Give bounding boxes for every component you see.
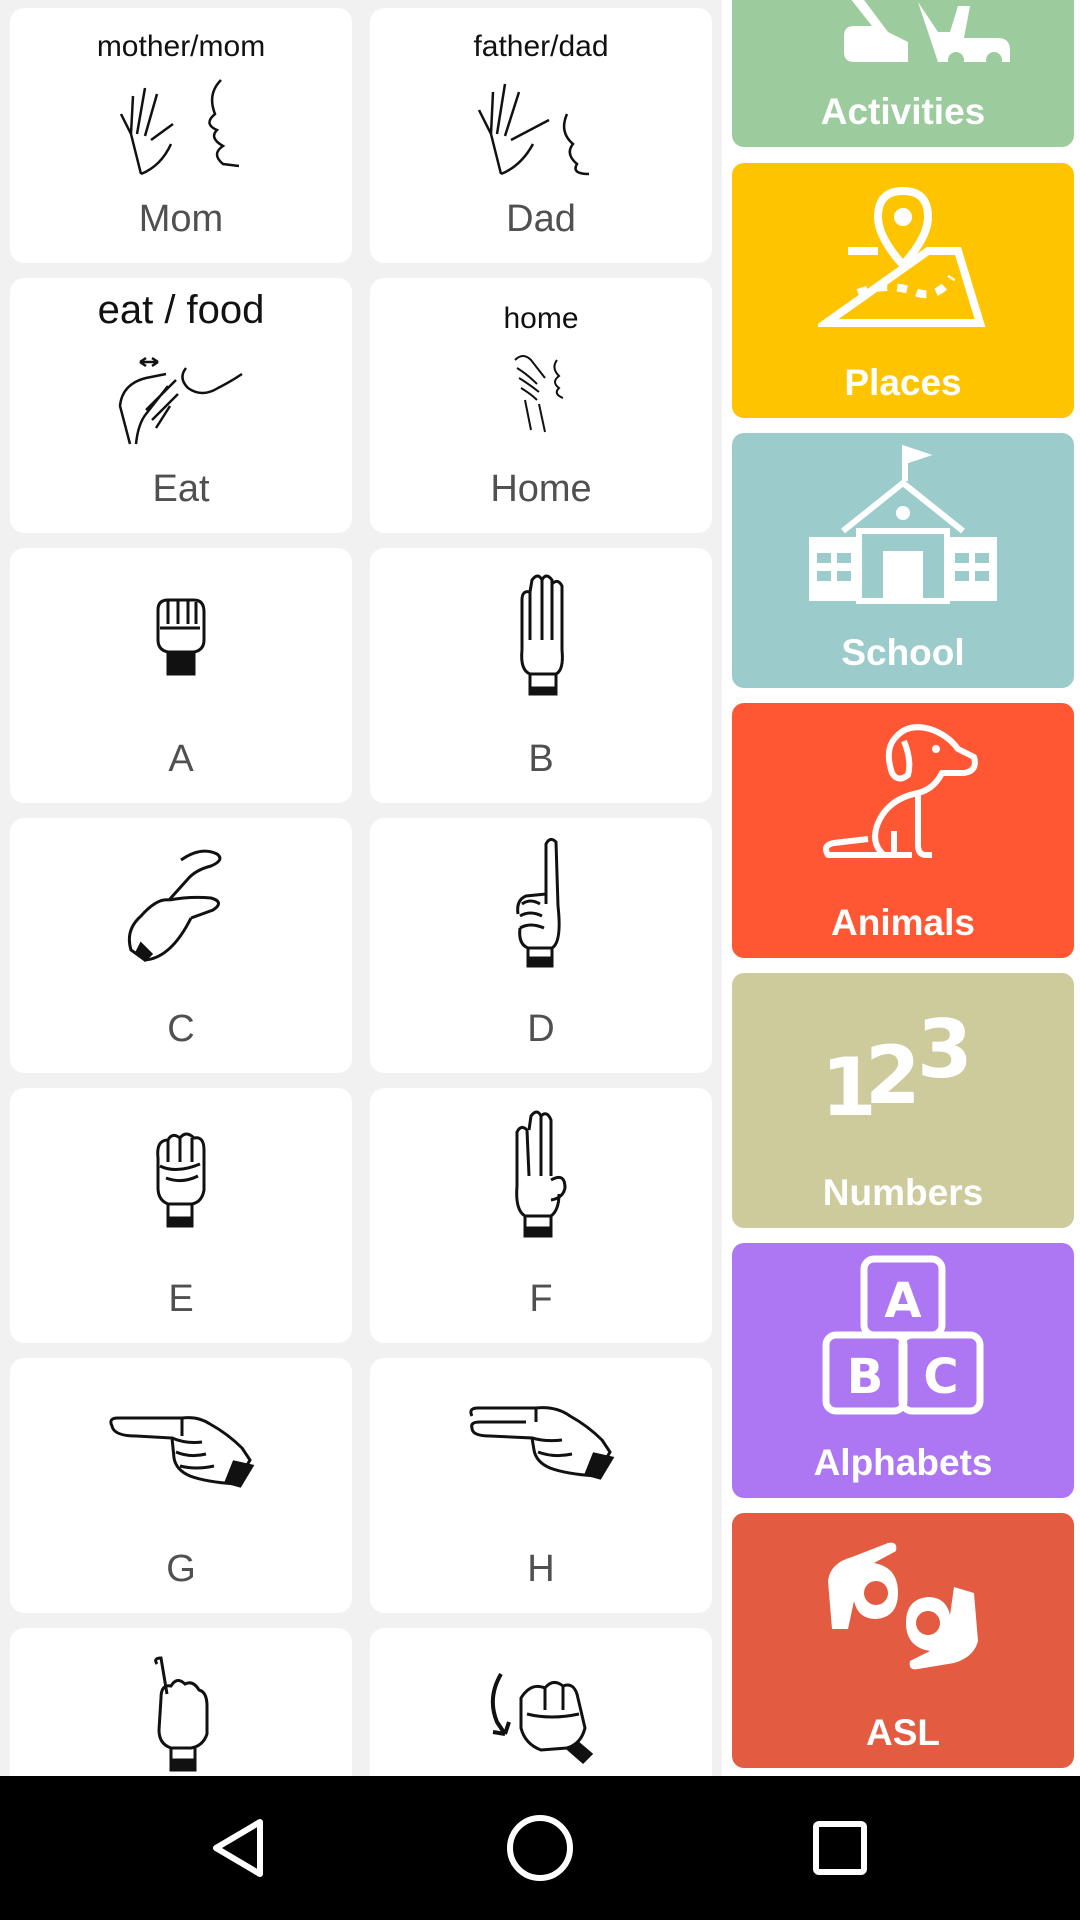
sign-card-a[interactable]: A bbox=[10, 548, 352, 803]
hand-sign-icon bbox=[10, 1654, 352, 1776]
recents-button[interactable] bbox=[800, 1808, 880, 1888]
hand-sign-icon bbox=[10, 590, 352, 685]
category-school[interactable]: School bbox=[732, 433, 1074, 688]
sign-card-d[interactable]: D bbox=[370, 818, 712, 1073]
sign-caption: H bbox=[527, 1548, 555, 1590]
category-label: Numbers bbox=[822, 1172, 984, 1213]
sign-card-i[interactable] bbox=[10, 1628, 352, 1776]
category-label: Activities bbox=[820, 91, 986, 132]
category-label: Alphabets bbox=[813, 1442, 993, 1483]
sign-caption: E bbox=[168, 1278, 194, 1320]
hand-sign-icon bbox=[370, 1402, 712, 1491]
sign-card-b[interactable]: B bbox=[370, 548, 712, 803]
category-label: Places bbox=[844, 362, 962, 403]
dog-icon bbox=[732, 719, 1074, 874]
category-label: School bbox=[841, 632, 965, 673]
sign-card-c[interactable]: C bbox=[10, 818, 352, 1073]
svg-text:C: C bbox=[923, 1349, 958, 1405]
sign-top-text: eat / food bbox=[97, 288, 265, 332]
category-alphabets[interactable]: A B C Alphabets bbox=[732, 1243, 1074, 1498]
category-sidebar: Activities Places School Animals 1 2 3 N… bbox=[722, 0, 1080, 1776]
map-pin-icon bbox=[732, 181, 1074, 336]
sign-top-text: home bbox=[503, 302, 579, 335]
recents-square-icon bbox=[813, 1821, 867, 1875]
system-navigation-bar bbox=[0, 1776, 1080, 1920]
hand-sign-icon bbox=[370, 1658, 712, 1773]
sign-card-e[interactable]: E bbox=[10, 1088, 352, 1343]
category-animals[interactable]: Animals bbox=[732, 703, 1074, 958]
sign-caption: A bbox=[168, 738, 194, 780]
hand-sign-icon bbox=[10, 840, 352, 975]
sign-caption: C bbox=[167, 1008, 195, 1050]
category-label: ASL bbox=[866, 1712, 940, 1753]
sign-card-home[interactable]: home Home bbox=[370, 278, 712, 533]
category-label: Animals bbox=[831, 902, 975, 943]
sign-caption: Mom bbox=[138, 198, 224, 240]
sign-language-hands-icon bbox=[732, 1533, 1074, 1678]
school-building-icon bbox=[732, 441, 1074, 616]
hand-sign-icon bbox=[370, 1106, 712, 1247]
sign-card-f[interactable]: F bbox=[370, 1088, 712, 1343]
category-activities[interactable]: Activities bbox=[732, 0, 1074, 147]
svg-text:3: 3 bbox=[917, 1003, 973, 1096]
hand-sign-icon bbox=[10, 1408, 352, 1497]
sign-card-g[interactable]: G bbox=[10, 1358, 352, 1613]
svg-text:B: B bbox=[847, 1349, 884, 1405]
abc-blocks-icon: A B C bbox=[732, 1251, 1074, 1426]
activities-icon bbox=[732, 0, 1074, 68]
svg-text:A: A bbox=[884, 1273, 921, 1329]
sign-top-text: mother/mom bbox=[96, 30, 266, 63]
svg-text:2: 2 bbox=[865, 1029, 921, 1122]
numbers-123-icon: 1 2 3 bbox=[732, 1003, 1074, 1134]
category-asl[interactable]: ASL bbox=[732, 1513, 1074, 1768]
sign-caption: B bbox=[528, 738, 554, 780]
home-circle-icon bbox=[507, 1815, 573, 1881]
sign-card-mom[interactable]: mother/mom Mom bbox=[10, 8, 352, 263]
sign-caption: Dad bbox=[506, 198, 576, 240]
sign-card-j[interactable] bbox=[370, 1628, 712, 1776]
sign-caption: Eat bbox=[152, 468, 210, 510]
hand-sign-icon bbox=[10, 1128, 352, 1237]
back-triangle-icon bbox=[213, 1819, 263, 1877]
sign-card-h[interactable]: H bbox=[370, 1358, 712, 1613]
sign-caption: F bbox=[529, 1278, 553, 1320]
hand-sign-icon bbox=[370, 570, 712, 705]
sign-caption: Home bbox=[490, 468, 592, 510]
category-places[interactable]: Places bbox=[732, 163, 1074, 418]
category-numbers[interactable]: 1 2 3 Numbers bbox=[732, 973, 1074, 1228]
hand-sign-icon bbox=[10, 74, 352, 191]
sign-card-dad[interactable]: father/dad Dad bbox=[370, 8, 712, 263]
hand-sign-icon bbox=[370, 834, 712, 975]
hand-sign-icon bbox=[370, 74, 712, 191]
sign-top-text: father/dad bbox=[473, 30, 609, 63]
home-button[interactable] bbox=[500, 1808, 580, 1888]
sign-grid: mother/mom Mom father/dad Dad eat / food bbox=[0, 0, 722, 1776]
sign-caption: D bbox=[527, 1008, 555, 1050]
hand-sign-icon bbox=[370, 348, 712, 443]
sign-caption: G bbox=[166, 1548, 196, 1590]
hand-sign-icon bbox=[10, 344, 352, 459]
back-button[interactable] bbox=[200, 1808, 280, 1888]
sign-card-eat[interactable]: eat / food Eat bbox=[10, 278, 352, 533]
